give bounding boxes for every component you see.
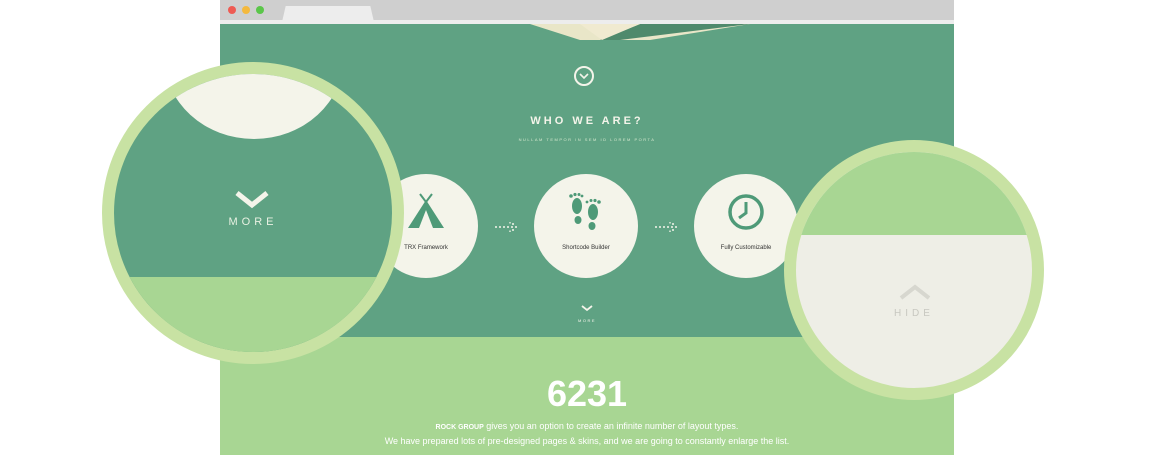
clock-icon (728, 194, 764, 230)
feature-shortcode-builder[interactable]: Shortcode Builder (534, 174, 638, 278)
chevron-up-icon (899, 284, 931, 300)
feature-label: Shortcode Builder (562, 245, 610, 251)
maximize-window-button[interactable] (256, 6, 264, 14)
light-band (114, 277, 392, 352)
dotted-arrow-icon (495, 222, 517, 232)
magnifier-hide: HIDE (784, 140, 1044, 400)
magnified-hide-label: HIDE (894, 308, 934, 319)
minimize-window-button[interactable] (242, 6, 250, 14)
footprints-icon (569, 192, 601, 230)
feature-fully-customizable[interactable]: Fully Customizable (694, 174, 798, 278)
stat-description-text: gives you an option to create an infinit… (483, 421, 739, 431)
stat-description-line2: We have prepared lots of pre-designed pa… (384, 436, 790, 446)
chevron-down-icon (235, 191, 269, 209)
cap-shape (164, 74, 344, 139)
browser-toolbar (220, 0, 954, 22)
scroll-down-button[interactable] (574, 66, 594, 86)
stat-description-line1: ROCK GROUP gives you an option to create… (220, 421, 954, 431)
chevron-down-icon (579, 73, 589, 80)
magnifier-more: MORE (102, 62, 404, 364)
header-decoration (530, 24, 750, 40)
tent-icon (408, 193, 444, 228)
dotted-arrow-icon (655, 222, 677, 232)
brand-name: ROCK GROUP (435, 424, 484, 431)
light-band (796, 152, 1032, 235)
magnified-more-label: MORE (228, 216, 278, 228)
close-window-button[interactable] (228, 6, 236, 14)
feature-label: Fully Customizable (720, 245, 772, 251)
chevron-down-icon (581, 305, 593, 312)
